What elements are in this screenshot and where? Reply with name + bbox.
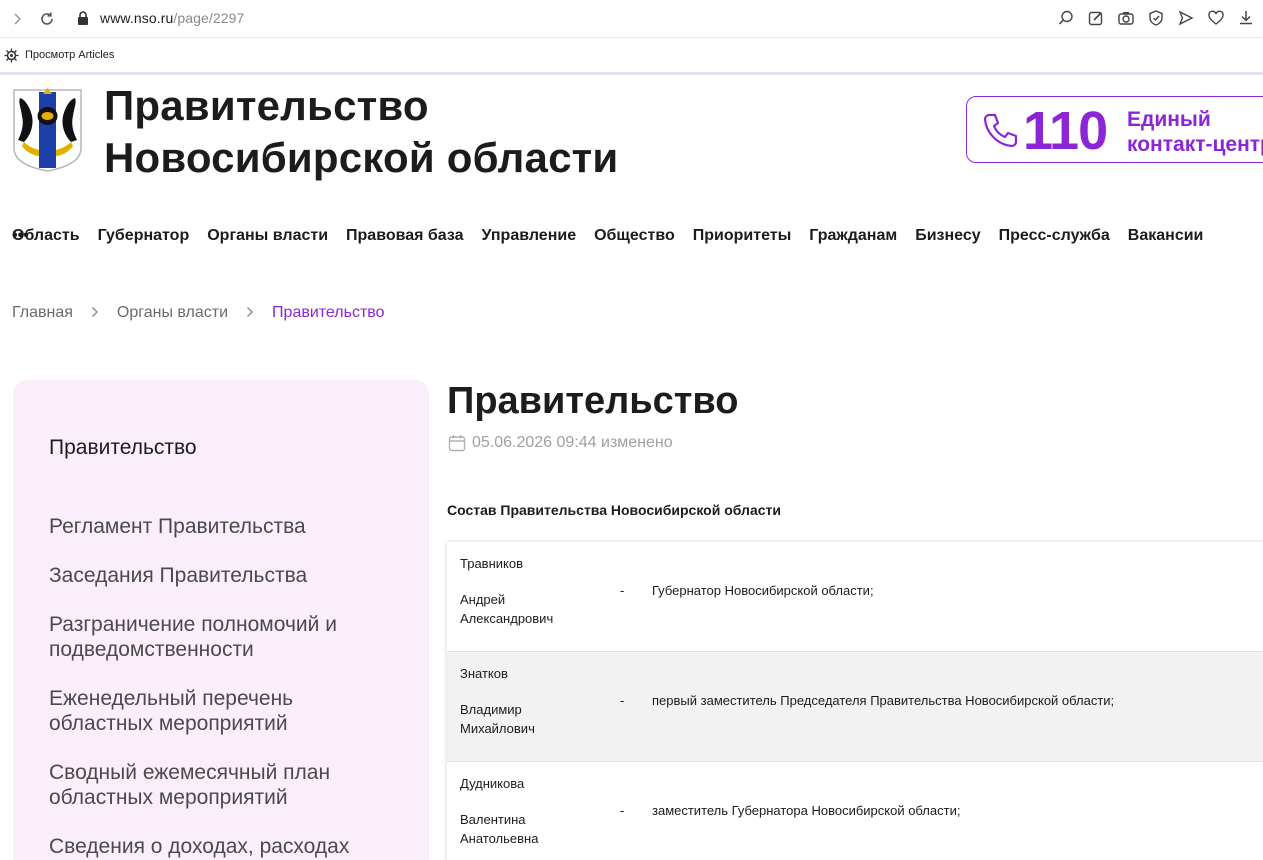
breadcrumb-home[interactable]: Главная <box>12 304 73 322</box>
member-role: Губернатор Новосибирской области; <box>652 583 874 598</box>
sidebar-item-meetings[interactable]: Заседания Правительства <box>49 563 399 588</box>
member-given-name: Андрей Александрович <box>460 592 554 626</box>
nav-item-authorities[interactable]: Органы власти <box>207 227 328 245</box>
table-row: Дудникова Валентина Анатольевна - замест… <box>447 762 1263 860</box>
hotline-banner[interactable]: 110 Единый контакт-центр <box>966 96 1263 163</box>
table-row: Травников Андрей Александрович - Губерна… <box>447 542 1263 652</box>
breadcrumb-authorities[interactable]: Органы власти <box>117 304 228 322</box>
search-zoom-icon[interactable] <box>1057 9 1075 27</box>
member-given-name: Валентина Анатольевна <box>460 812 539 846</box>
sidebar-item-weekly-list[interactable]: Еженедельный перечень областных мероприя… <box>49 686 399 736</box>
sidebar-item-regulations[interactable]: Регламент Правительства <box>49 514 399 539</box>
hotline-number: 110 <box>1023 101 1108 161</box>
chevron-right-icon <box>246 305 254 322</box>
member-role: заместитель Губернатора Новосибирской об… <box>652 803 961 818</box>
nav-item-citizens[interactable]: Гражданам <box>809 227 897 245</box>
breadcrumb: Главная Органы власти Правительство <box>12 304 385 322</box>
shield-icon[interactable] <box>1147 9 1165 27</box>
member-dash: - <box>620 583 625 598</box>
page-title: Правительство <box>447 380 739 422</box>
heart-icon[interactable] <box>1207 9 1225 27</box>
nav-more-button[interactable]: ••• <box>12 227 29 245</box>
member-dash: - <box>620 693 625 708</box>
sidebar-menu: Регламент Правительства Заседания Правит… <box>49 514 399 860</box>
hotline-label-line2: контакт-центр <box>1127 133 1263 156</box>
sidebar-item-income-info[interactable]: Сведения о доходах, расходах <box>49 834 399 859</box>
hotline-label-line1: Единый <box>1127 108 1211 131</box>
member-given-name: Владимир Михайлович <box>460 702 535 736</box>
extension-bar: Просмотр Articles <box>0 38 1263 72</box>
reload-icon[interactable] <box>38 10 56 28</box>
main-menu: Область Губернатор Органы власти Правова… <box>12 227 1221 245</box>
nav-item-governor[interactable]: Губернатор <box>98 227 190 245</box>
nav-item-management[interactable]: Управление <box>482 227 577 245</box>
url-host: www.nso.ru <box>100 10 174 26</box>
site-title[interactable]: Правительство Новосибирской области <box>104 80 618 184</box>
send-icon[interactable] <box>1177 9 1195 27</box>
section-title: Состав Правительства Новосибирской облас… <box>447 502 781 518</box>
lock-icon <box>77 11 89 25</box>
divider <box>0 72 1263 75</box>
edit-icon[interactable] <box>1087 9 1105 27</box>
download-icon[interactable] <box>1237 9 1255 27</box>
member-role: первый заместитель Председателя Правител… <box>652 693 1115 708</box>
extension-label[interactable]: Просмотр Articles <box>25 49 114 61</box>
members-table: Травников Андрей Александрович - Губерна… <box>447 542 1263 860</box>
calendar-icon <box>448 434 466 452</box>
breadcrumb-current: Правительство <box>272 304 385 321</box>
phone-icon <box>981 111 1019 149</box>
modified-date: 05.06.2026 09:44 изменено <box>448 434 673 452</box>
site-title-line1: Правительство <box>104 82 429 129</box>
url-path: /page/2297 <box>173 10 245 26</box>
table-row: Знатков Владимир Михайлович - первый зам… <box>447 652 1263 762</box>
nav-item-priorities[interactable]: Приоритеты <box>693 227 792 245</box>
hotline-label: Единый контакт-центр <box>1127 107 1263 157</box>
modified-date-text: 05.06.2026 09:44 изменено <box>472 434 673 451</box>
nav-item-legal-base[interactable]: Правовая база <box>346 227 464 245</box>
nav-item-business[interactable]: Бизнесу <box>915 227 980 245</box>
forward-icon[interactable] <box>8 10 26 28</box>
coat-of-arms-logo[interactable] <box>12 86 83 172</box>
helm-icon[interactable] <box>4 48 19 63</box>
chevron-right-icon <box>91 305 99 322</box>
member-surname: Знатков <box>460 666 508 681</box>
address-bar[interactable]: www.nso.ru/page/2297 <box>100 10 244 26</box>
sidebar-item-monthly-plan[interactable]: Сводный ежемесячный план областных мероп… <box>49 760 399 810</box>
nav-item-vacancies[interactable]: Вакансии <box>1128 227 1204 245</box>
sidebar-title[interactable]: Правительство <box>49 436 197 460</box>
toolbar-icons <box>1057 9 1255 27</box>
member-surname: Дудникова <box>460 776 525 791</box>
member-surname: Травников <box>460 556 523 571</box>
nav-item-press[interactable]: Пресс-служба <box>999 227 1110 245</box>
camera-icon[interactable] <box>1117 9 1135 27</box>
site-title-line2: Новосибирской области <box>104 134 619 181</box>
nav-item-society[interactable]: Общество <box>594 227 675 245</box>
browser-toolbar: www.nso.ru/page/2297 <box>0 0 1263 38</box>
sidebar-item-powers[interactable]: Разграничение полномочий и подведомствен… <box>49 612 399 662</box>
sidebar: Правительство Регламент Правительства За… <box>13 380 429 860</box>
member-dash: - <box>620 803 625 818</box>
